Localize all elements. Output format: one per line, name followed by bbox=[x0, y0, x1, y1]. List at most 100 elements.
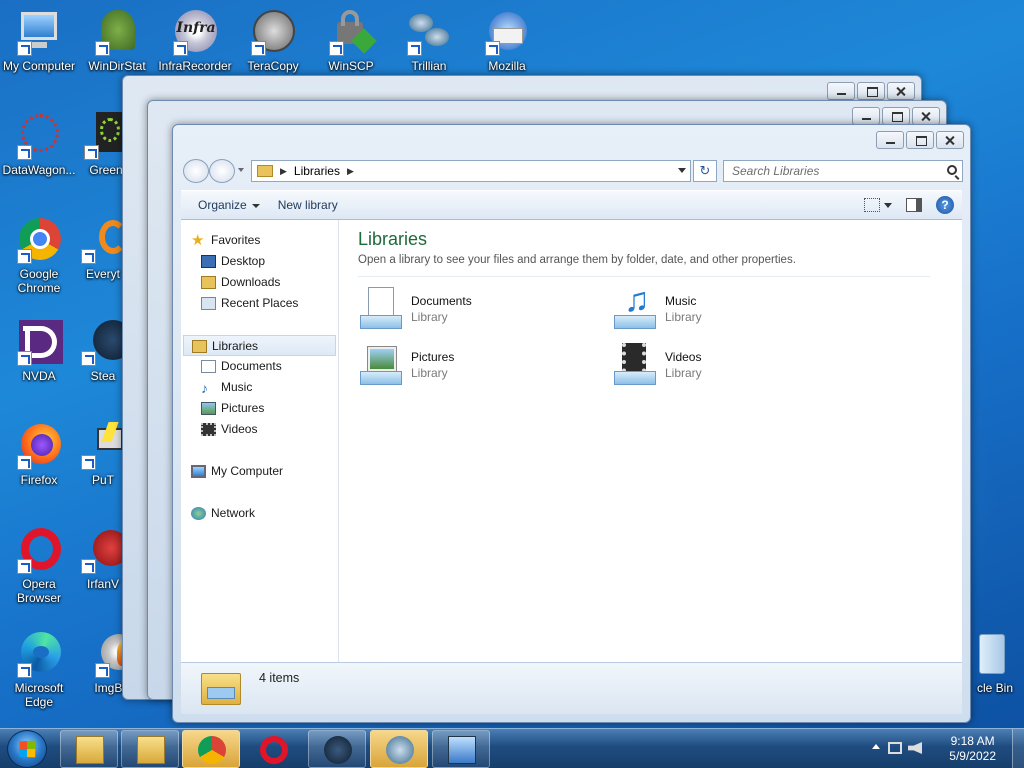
nav-my-computer[interactable]: My Computer bbox=[181, 461, 338, 482]
nav-recent-places[interactable]: Recent Places bbox=[181, 293, 338, 314]
breadcrumb-libraries[interactable]: Libraries bbox=[294, 164, 340, 178]
nav-videos[interactable]: Videos bbox=[181, 419, 338, 440]
taskbar-control-panel[interactable] bbox=[432, 730, 490, 768]
desktop-icon-winscp[interactable]: WinSCP bbox=[312, 8, 390, 73]
maximize-button[interactable] bbox=[906, 131, 934, 149]
clock-date: 5/9/2022 bbox=[949, 749, 996, 763]
music-icon: ♪ bbox=[201, 380, 208, 396]
taskbar-explorer[interactable] bbox=[60, 730, 118, 768]
desktop-icon-everything[interactable]: Everyt bbox=[78, 216, 128, 281]
nav-libraries[interactable]: Libraries bbox=[183, 335, 336, 356]
new-library-button[interactable]: New library bbox=[269, 198, 347, 212]
minimize-button[interactable] bbox=[876, 131, 904, 149]
library-name: Pictures bbox=[411, 350, 455, 364]
desktop-icon-teracopy[interactable]: TeraCopy bbox=[234, 8, 312, 73]
pictures-icon bbox=[201, 402, 216, 415]
desktop-icon-firefox[interactable]: Firefox bbox=[0, 422, 78, 487]
nav-music[interactable]: ♪ Music bbox=[181, 377, 338, 398]
desktop-icon-label: NVDA bbox=[22, 369, 56, 383]
library-name: Documents bbox=[411, 294, 472, 308]
nav-desktop[interactable]: Desktop bbox=[181, 251, 338, 272]
putty-icon bbox=[79, 422, 127, 470]
chevron-down-icon[interactable] bbox=[884, 202, 892, 208]
desktop-icon-label: Stea bbox=[90, 369, 116, 383]
computer-icon bbox=[191, 465, 206, 478]
library-music[interactable]: ♫ Music Library bbox=[612, 283, 852, 335]
desktop-icon-steam[interactable]: Stea bbox=[78, 318, 133, 383]
show-hidden-icons-icon[interactable] bbox=[872, 744, 880, 749]
forward-button[interactable] bbox=[209, 159, 235, 183]
desktop-icon-mozilla[interactable]: Mozilla bbox=[468, 8, 546, 73]
shortcut-arrow-icon bbox=[95, 41, 110, 56]
desktop-icon-label: WinDirStat bbox=[88, 59, 146, 73]
desktop-icon-putty[interactable]: PuT bbox=[78, 422, 128, 487]
nvda-icon bbox=[15, 318, 63, 366]
taskbar-steam[interactable] bbox=[308, 730, 366, 768]
nav-pictures[interactable]: Pictures bbox=[181, 398, 338, 419]
taskbar-opera[interactable] bbox=[244, 730, 302, 768]
shortcut-arrow-icon bbox=[95, 663, 110, 678]
nav-label: Pictures bbox=[221, 401, 265, 415]
page-title: Libraries bbox=[358, 229, 428, 249]
command-toolbar: Organize New library ? bbox=[181, 190, 962, 220]
preview-pane-icon[interactable] bbox=[906, 198, 922, 212]
winscp-icon bbox=[327, 8, 377, 56]
view-options-icon[interactable] bbox=[864, 198, 880, 212]
desktop-icon-infrarecorder[interactable]: Infra InfraRecorder bbox=[156, 8, 234, 73]
navigation-pane: ★ Favorites Desktop Downloads Recent Pla… bbox=[181, 220, 339, 662]
desktop-icon-chrome[interactable]: Google Chrome bbox=[0, 216, 78, 295]
desktop-icon-label: IrfanV bbox=[86, 577, 119, 591]
library-pictures[interactable]: Pictures Library bbox=[358, 341, 598, 391]
shortcut-arrow-icon bbox=[84, 145, 99, 160]
refresh-button[interactable]: ↻ bbox=[693, 160, 717, 182]
shortcut-arrow-icon bbox=[17, 455, 32, 470]
organize-button[interactable]: Organize bbox=[189, 198, 269, 212]
nav-documents[interactable]: Documents bbox=[181, 356, 338, 377]
nav-favorites[interactable]: ★ Favorites bbox=[181, 230, 338, 251]
desktop-icon-datawagon[interactable]: DataWagon... bbox=[0, 112, 78, 177]
recent-pages-chevron-icon[interactable] bbox=[238, 168, 244, 172]
desktop-icon-my-computer[interactable]: My Computer bbox=[0, 8, 78, 73]
search-icon[interactable] bbox=[947, 165, 957, 175]
address-dropdown-icon[interactable] bbox=[678, 168, 686, 173]
desktop-icon-windirstat[interactable]: WinDirStat bbox=[78, 8, 156, 73]
library-videos[interactable]: Videos Library bbox=[612, 341, 852, 391]
breadcrumb-separator-icon[interactable]: ▶ bbox=[347, 166, 354, 177]
taskbar-media-player[interactable] bbox=[121, 730, 179, 768]
desktop-icon-irfanview[interactable]: IrfanV bbox=[78, 526, 129, 591]
back-button[interactable] bbox=[183, 159, 209, 183]
clock[interactable]: 9:18 AM 5/9/2022 bbox=[949, 734, 996, 764]
network-icon[interactable] bbox=[888, 742, 902, 754]
show-desktop-button[interactable] bbox=[1012, 729, 1024, 768]
address-bar[interactable]: ▶ Libraries ▶ bbox=[251, 160, 691, 182]
breadcrumb-separator-icon[interactable]: ▶ bbox=[280, 166, 287, 177]
volume-icon[interactable] bbox=[908, 742, 922, 754]
desktop-icon-nvda[interactable]: NVDA bbox=[0, 318, 78, 383]
page-subtitle: Open a library to see your files and arr… bbox=[358, 254, 930, 277]
desktop-icon-trillian[interactable]: Trillian bbox=[390, 8, 468, 73]
trillian-icon bbox=[405, 8, 453, 56]
search-input[interactable]: Search Libraries bbox=[723, 160, 963, 182]
shortcut-arrow-icon bbox=[17, 559, 32, 574]
search-placeholder: Search Libraries bbox=[732, 164, 820, 178]
minimize-button[interactable] bbox=[852, 107, 880, 125]
taskbar-chrome[interactable] bbox=[182, 730, 240, 768]
desktop-icon-opera[interactable]: Opera Browser bbox=[0, 526, 78, 605]
close-button[interactable] bbox=[887, 82, 915, 100]
desktop-icon-edge[interactable]: Microsoft Edge bbox=[0, 630, 78, 709]
desktop-icon-label: Trillian bbox=[411, 59, 447, 73]
close-button[interactable] bbox=[912, 107, 940, 125]
clock-time: 9:18 AM bbox=[950, 734, 995, 748]
taskbar-trillian[interactable] bbox=[370, 730, 428, 768]
explorer-window[interactable]: ▶ Libraries ▶ ↻ Search Libraries Organiz… bbox=[172, 124, 971, 723]
nav-network[interactable]: Network bbox=[181, 503, 338, 524]
minimize-button[interactable] bbox=[827, 82, 855, 100]
help-icon[interactable]: ? bbox=[936, 196, 954, 214]
library-documents[interactable]: Documents Library bbox=[358, 285, 598, 335]
close-button[interactable] bbox=[936, 131, 964, 149]
music-library-icon: ♫ bbox=[612, 283, 658, 331]
start-button[interactable] bbox=[7, 730, 47, 768]
nav-downloads[interactable]: Downloads bbox=[181, 272, 338, 293]
maximize-button[interactable] bbox=[857, 82, 885, 100]
maximize-button[interactable] bbox=[882, 107, 910, 125]
